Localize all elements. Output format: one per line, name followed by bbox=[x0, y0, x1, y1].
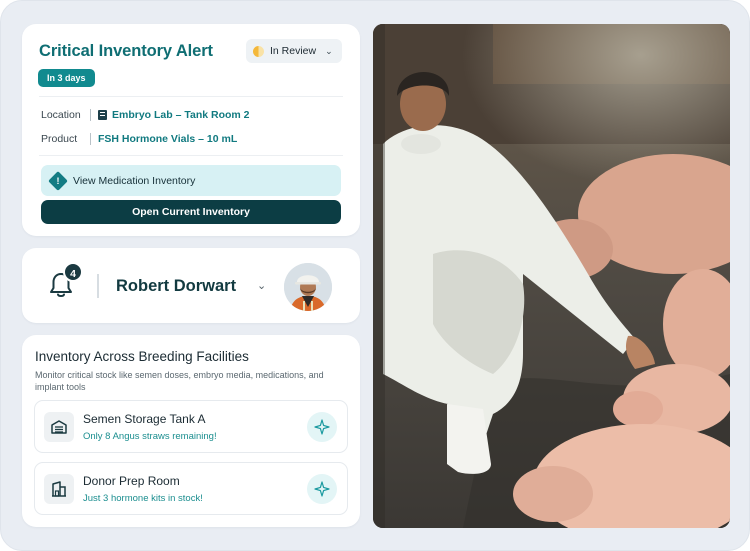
view-button-label: View Medication Inventory bbox=[73, 174, 196, 187]
status-dropdown[interactable]: In Review ⌄ bbox=[246, 39, 342, 63]
sparkle-icon[interactable] bbox=[307, 474, 337, 504]
separator bbox=[97, 274, 99, 298]
warning-icon: ! bbox=[48, 170, 68, 191]
sparkle-icon[interactable] bbox=[307, 412, 337, 442]
status-label: In Review bbox=[270, 45, 317, 57]
facility-status: Just 3 hormone kits in stock! bbox=[83, 493, 203, 504]
chevron-down-icon: ⌄ bbox=[325, 45, 333, 56]
app-frame: Critical Inventory Alert In Review ⌄ In … bbox=[0, 0, 750, 551]
facility-name: Semen Storage Tank A bbox=[83, 412, 206, 426]
building-icon bbox=[44, 474, 74, 504]
facility-status: Only 8 Angus straws remaining! bbox=[83, 431, 217, 442]
separator bbox=[90, 133, 91, 145]
product-value: FSH Hormone Vials – 10 mL bbox=[98, 133, 238, 145]
open-current-inventory-button[interactable]: Open Current Inventory bbox=[41, 200, 341, 224]
storage-tank-icon bbox=[44, 412, 74, 442]
facility-item[interactable]: Donor Prep Room Just 3 hormone kits in s… bbox=[34, 462, 348, 515]
user-name[interactable]: Robert Dorwart bbox=[116, 277, 236, 296]
location-text: Embryo Lab – Tank Room 2 bbox=[112, 109, 250, 121]
location-value: Embryo Lab – Tank Room 2 bbox=[98, 109, 250, 121]
user-card: 4 Robert Dorwart ⌄ bbox=[22, 248, 360, 323]
separator bbox=[90, 109, 91, 121]
chevron-down-icon[interactable]: ⌄ bbox=[257, 279, 266, 292]
divider bbox=[39, 96, 343, 97]
location-label: Location bbox=[41, 109, 81, 121]
farm-worker-photo bbox=[373, 24, 730, 528]
facilities-subtitle: Monitor critical stock like semen doses,… bbox=[35, 370, 324, 392]
avatar[interactable] bbox=[284, 263, 332, 311]
view-medication-inventory-button[interactable]: ! View Medication Inventory bbox=[41, 165, 341, 196]
facilities-title: Inventory Across Breeding Facilities bbox=[35, 349, 249, 364]
building-icon bbox=[98, 110, 107, 120]
divider bbox=[39, 155, 343, 156]
alert-title: Critical Inventory Alert bbox=[39, 42, 213, 60]
notification-count-badge: 4 bbox=[63, 262, 83, 282]
inventory-alert-card: Critical Inventory Alert In Review ⌄ In … bbox=[22, 24, 360, 236]
facility-name: Donor Prep Room bbox=[83, 474, 180, 488]
facilities-card: Inventory Across Breeding Facilities Mon… bbox=[22, 335, 360, 527]
facility-item[interactable]: Semen Storage Tank A Only 8 Angus straws… bbox=[34, 400, 348, 453]
half-circle-status-icon bbox=[253, 45, 264, 57]
due-badge: In 3 days bbox=[38, 69, 95, 87]
product-label: Product bbox=[41, 133, 78, 145]
